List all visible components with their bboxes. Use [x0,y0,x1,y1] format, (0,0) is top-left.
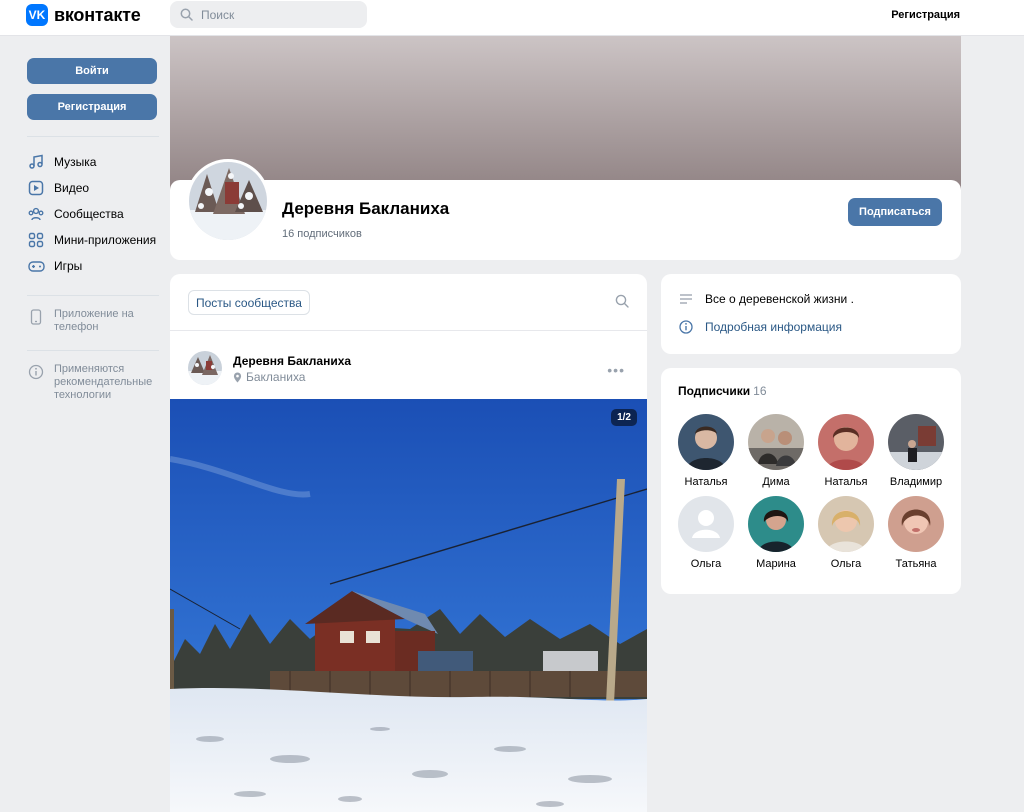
avatar [888,414,944,470]
sidebar-item-communities[interactable]: Сообщества [27,201,158,227]
games-icon [27,257,45,275]
subscribe-button[interactable]: Подписаться [848,198,942,226]
vk-logo-text: вконтакте [54,4,141,25]
location-pin-icon [233,372,242,382]
sidebar-app-note: Приложение на телефон [54,308,134,333]
search-icon [180,8,193,21]
subscriber-name: Ольга [690,558,722,570]
group-description: Все о деревенской жизни . [705,292,854,306]
header-register-link[interactable]: Регистрация [891,9,960,21]
subscriber-item[interactable]: Ольга [811,496,881,574]
subscriber-name: Марина [756,558,796,570]
subscriber-item[interactable]: Наталья [811,414,881,492]
post-photo[interactable]: 1/2 [170,399,647,812]
details-link[interactable]: Подробная информация [679,320,842,334]
subscribers-count[interactable]: 16 подписчиков [282,228,362,240]
details-link-label: Подробная информация [705,320,842,334]
posts-card: Посты сообщества Деревня Бакланиха Бакла… [170,274,647,812]
search-box[interactable] [170,1,367,28]
video-icon [27,179,45,197]
info-card: Все о деревенской жизни . Подробная инфо… [661,274,961,354]
communities-icon [27,205,45,223]
sidebar-app-link[interactable]: Приложение на телефон [27,308,158,334]
group-avatar[interactable] [186,159,270,243]
profile-card [170,180,961,260]
subscribers-title[interactable]: Подписчики 16 [678,384,767,398]
description-row: Все о деревенской жизни . [679,292,854,306]
subscriber-name: Владимир [889,476,943,488]
group-cover [170,36,961,196]
posts-divider [170,330,647,331]
sidebar-item-label: Мини-приложения [54,233,157,247]
subscriber-item[interactable]: Татьяна [881,496,951,574]
search-input[interactable] [201,7,361,22]
subscriber-item[interactable]: Ольга [671,496,741,574]
posts-search-button[interactable] [615,294,629,311]
subscriber-name: Дима [762,476,790,488]
search-icon [615,294,629,308]
sidebar-recommend-link[interactable]: Применяются рекомендательные технологии [27,363,158,402]
avatar [678,496,734,552]
vk-logo[interactable]: VK вконтакте [26,4,141,26]
text-lines-icon [680,294,692,304]
photo-counter: 1/2 [611,409,637,426]
subscriber-item[interactable]: Владимир [881,414,951,492]
sidebar-item-mini-apps[interactable]: Мини-приложения [27,227,158,253]
sidebar-recommend-note: Применяются рекомендательные технологии [54,363,153,401]
info-icon [27,363,45,381]
sidebar-divider [27,295,159,296]
subscribers-title-label: Подписчики [678,384,751,398]
subscriber-name: Татьяна [895,558,937,570]
more-icon[interactable]: ••• [607,362,625,378]
sidebar-item-label: Игры [54,259,83,273]
post-author-name[interactable]: Деревня Бакланиха [233,354,351,368]
sidebar-item-games[interactable]: Игры [27,253,158,279]
register-button[interactable]: Регистрация [27,94,157,120]
avatar [678,414,734,470]
sidebar-item-label: Видео [54,181,90,195]
avatar [818,414,874,470]
subscriber-item[interactable]: Марина [741,496,811,574]
top-bar: VK вконтакте Регистрация [0,0,1024,36]
avatar [748,414,804,470]
left-sidebar: Войти Регистрация Музыка Видео Сообществ… [27,58,159,402]
sidebar-item-label: Сообщества [54,207,124,221]
subscriber-item[interactable]: Наталья [671,414,741,492]
music-icon [27,153,45,171]
sidebar-item-video[interactable]: Видео [27,175,158,201]
sidebar-item-music[interactable]: Музыка [27,149,158,175]
subscribers-grid: Наталья Дима Наталья Владимир Ольга Мари… [671,414,951,574]
subscriber-name: Ольга [830,558,862,570]
sidebar-divider [27,136,159,137]
phone-icon [27,308,45,326]
subscribers-card: Подписчики 16 Наталья Дима Наталья Владим… [661,368,961,594]
subscriber-item[interactable]: Дима [741,414,811,492]
tab-community-posts[interactable]: Посты сообщества [188,290,310,315]
page-title: Деревня Бакланиха [282,199,450,218]
post-author-avatar[interactable] [188,351,222,385]
avatar [748,496,804,552]
login-button[interactable]: Войти [27,58,157,84]
post-location-label: Бакланиха [246,370,306,384]
subscribers-title-count: 16 [753,384,767,398]
mini-apps-icon [27,231,45,249]
info-icon [679,320,693,334]
sidebar-divider [27,350,159,351]
avatar [888,496,944,552]
sidebar-item-label: Музыка [54,155,97,169]
post-location[interactable]: Бакланиха [233,370,305,384]
vk-logo-icon: VK [26,4,48,26]
subscriber-name: Наталья [684,476,728,488]
avatar [818,496,874,552]
subscriber-name: Наталья [824,476,868,488]
